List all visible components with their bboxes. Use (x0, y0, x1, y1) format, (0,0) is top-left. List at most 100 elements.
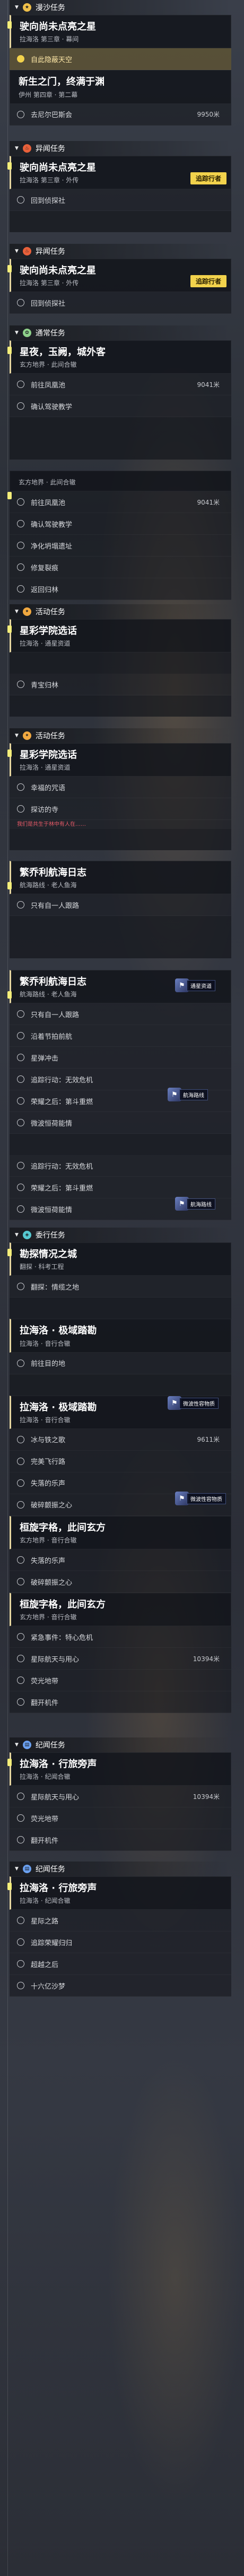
quest-step[interactable]: 探访的寺 (10, 798, 231, 821)
quest-card[interactable]: 驶向尚未点亮之星 拉海洛 第三章 · 外传 追踪行者 (10, 259, 231, 293)
quest-card[interactable]: 星彩学院选话 拉海洛 · 通星资道 (10, 743, 231, 777)
quest-step[interactable]: 返回归林 (10, 578, 231, 600)
collapse-arrow-icon[interactable]: ▼ (15, 1866, 19, 1872)
quest-step[interactable]: 去尼尔巴斯会 9950米 (10, 104, 231, 126)
quest-card[interactable]: 勘探情况之城 翻探 · 科考工程 (10, 1242, 231, 1276)
quest-step[interactable]: 净化坍塌遗址 (10, 535, 231, 557)
quest-step[interactable]: 翻探：情缆之地 (10, 1276, 231, 1298)
quest-card[interactable]: 驶向尚未点亮之星 拉海洛 第三章 · 外传 追踪行者 (10, 156, 231, 190)
section-header[interactable]: ▼ ◈ 委行任务 (10, 1228, 231, 1242)
marker-label: 通星资道 (187, 980, 215, 991)
collapse-arrow-icon[interactable]: ▼ (15, 1232, 19, 1238)
quest-card[interactable]: 星夜，玉阙，城外客 玄方地界 · 此间合辙 (10, 340, 231, 374)
quest-step[interactable]: 荧光地带 (10, 1807, 231, 1830)
quest-card[interactable]: 桓旋字格，此间玄方 玄方地界 · 音行合辙 (10, 1515, 231, 1550)
quest-card[interactable]: 驶向尚未点亮之星 拉海洛 第三章 · 幕间 (10, 15, 231, 49)
map-marker-f1[interactable]: ⚑ 通星资道 (175, 978, 215, 992)
quest-card[interactable]: 新生之门，终满于渊 伊州 第四章 · 第二幕 (10, 70, 231, 104)
section-header[interactable]: ▼ ✦ 活动任务 (10, 604, 231, 619)
side-marker (7, 1249, 12, 1256)
collapse-arrow-icon[interactable]: ▼ (15, 609, 19, 614)
quest-step[interactable]: 紧急事件：特心危机 (10, 1626, 231, 1648)
step-radio-icon (17, 1119, 24, 1127)
quest-card[interactable]: 繁乔利航海日志 航海路线 · 老人鱼海 (10, 861, 231, 895)
section-header[interactable]: ▼ ✿ 通常任务 (10, 325, 231, 340)
quest-title: 新生之门，终满于渊 (19, 76, 104, 88)
quest-step[interactable]: 失落的乐声 (10, 1472, 231, 1494)
quest-step[interactable]: 前往目的地 (10, 1353, 231, 1374)
quest-step[interactable]: 荣耀之后：第斗重燃 (10, 1177, 231, 1199)
marker-label: 航海路线 (179, 1089, 208, 1100)
collapse-arrow-icon[interactable]: ▼ (15, 146, 19, 151)
quest-card[interactable]: 桓旋字格，此间玄方 玄方地界 · 音行合辙 (10, 1593, 231, 1627)
map-marker-f3[interactable]: ⚑ 航海路线 (175, 1197, 215, 1211)
quest-step[interactable]: 确认驾驶教学 (10, 513, 231, 535)
quest-step[interactable]: 前往凤凰池 9041米 (10, 374, 231, 396)
quest-step[interactable]: 荧光地带 (10, 1670, 231, 1692)
section-header[interactable]: ▼ ▤ 纪闻任务 (10, 1862, 231, 1876)
quest-subtitle: 拉海洛 · 音行合辙 (20, 1339, 71, 1347)
quest-step[interactable]: 星际之路 (10, 1910, 231, 1932)
empty-row (10, 1134, 231, 1155)
step-label: 只有自一人跟路 (31, 1011, 80, 1019)
step-label: 追踪行动：无效危机 (31, 1076, 93, 1084)
quest-step[interactable]: 微波恒荷能情 (10, 1112, 231, 1134)
section-header[interactable]: ▼ ▤ 纪闻任务 (10, 1737, 231, 1752)
step-radio-icon (17, 1359, 24, 1367)
map-marker-f5[interactable]: ⚑ 微波性容物质 (175, 1492, 226, 1505)
quest-step[interactable]: 星际航天与用心 10394米 (10, 1786, 231, 1808)
quest-step[interactable]: 前往凤凰池 9041米 (10, 491, 231, 513)
section-title: 漫沙任务 (35, 4, 65, 12)
step-radio-icon (17, 196, 24, 204)
quest-step[interactable]: 青宝归林 (10, 674, 231, 696)
quest-step[interactable]: 幸福的咒语 (10, 777, 231, 799)
quest-step[interactable]: 追踪荣耀归归 (10, 1931, 231, 1954)
section-header[interactable]: ▼ ✦ 活动任务 (10, 728, 231, 743)
quest-step[interactable]: 失落的乐声 (10, 1549, 231, 1572)
collapse-arrow-icon[interactable]: ▼ (15, 249, 19, 254)
quest-step[interactable]: 破碎颤振之心 (10, 1571, 231, 1593)
quest-step[interactable]: 自此隐蔽天空 (10, 48, 231, 70)
quest-step[interactable]: 回到侦探社 (10, 292, 231, 314)
map-marker-f2[interactable]: ⚑ 航海路线 (168, 1088, 208, 1101)
side-marker (7, 1883, 12, 1890)
quest-step[interactable]: 只有自一人跟路 (10, 894, 231, 916)
quest-step[interactable]: 星弹冲击 (10, 1047, 231, 1069)
quest-card[interactable]: 拉海洛 · 行旅旁声 拉海洛 · 纪闻合辙 (10, 1752, 231, 1786)
quest-step[interactable]: 翻开机件 (10, 1829, 231, 1851)
empty-row (10, 438, 231, 460)
section-title: 纪闻任务 (35, 1865, 65, 1874)
quest-subtitle: 翻探 · 科考工程 (20, 1263, 64, 1271)
quest-card[interactable]: 拉海洛 · 极域踏勘 拉海洛 · 音行合辙 (10, 1319, 231, 1353)
quest-step[interactable]: 只有自一人跟路 (10, 1003, 231, 1026)
track-quest-button[interactable]: 追踪行者 (190, 275, 226, 288)
collapse-arrow-icon[interactable]: ▼ (15, 5, 19, 10)
quest-card[interactable]: 拉海洛 · 行旅旁声 拉海洛 · 纪闻合辙 (10, 1876, 231, 1910)
step-label: 青宝归林 (31, 681, 59, 690)
quest-step[interactable]: 完美飞行路 (10, 1451, 231, 1472)
quest-step[interactable]: 回到侦探社 (10, 189, 231, 211)
section-header[interactable]: ▼ ♨ 异闻任务 (10, 244, 231, 259)
quest-steps: 星际之路 追踪荣耀归归 超越之后 十六亿沙梦 (10, 1910, 231, 1997)
collapse-arrow-icon[interactable]: ▼ (15, 1742, 19, 1748)
quest-step[interactable]: 冰与铁之歌 9611米 (10, 1429, 231, 1451)
quest-card[interactable]: 玄方地界 · 此间合辙 (10, 471, 231, 491)
quest-step[interactable]: 确认驾驶教学 (10, 395, 231, 418)
track-quest-button[interactable]: 追踪行者 (190, 172, 226, 185)
quest-step[interactable]: 沿着节拍前航 (10, 1025, 231, 1047)
quest-card[interactable]: 星彩学院选话 拉海洛 · 通星资道 (10, 619, 231, 653)
quest-step[interactable]: 十六亿沙梦 (10, 1975, 231, 1997)
map-marker-f4[interactable]: ⚑ 微波性容物质 (168, 1396, 219, 1410)
step-label: 追踪行动：无效危机 (31, 1162, 93, 1171)
quest-step[interactable]: 翻开机件 (10, 1691, 231, 1714)
quest-step[interactable]: 修复裂痕 (10, 557, 231, 578)
step-label: 净化坍塌遗址 (31, 542, 73, 551)
section-header[interactable]: ▼ ♨ 异闻任务 (10, 141, 231, 156)
collapse-arrow-icon[interactable]: ▼ (15, 733, 19, 738)
quest-step[interactable]: 追踪行动：无效危机 (10, 1155, 231, 1177)
quest-step[interactable]: 星际航天与用心 10394米 (10, 1648, 231, 1670)
section-header[interactable]: ▼ ★ 漫沙任务 (10, 0, 231, 15)
quest-step[interactable]: 超越之后 (10, 1953, 231, 1975)
collapse-arrow-icon[interactable]: ▼ (15, 330, 19, 336)
flame-icon: ♨ (22, 247, 31, 255)
